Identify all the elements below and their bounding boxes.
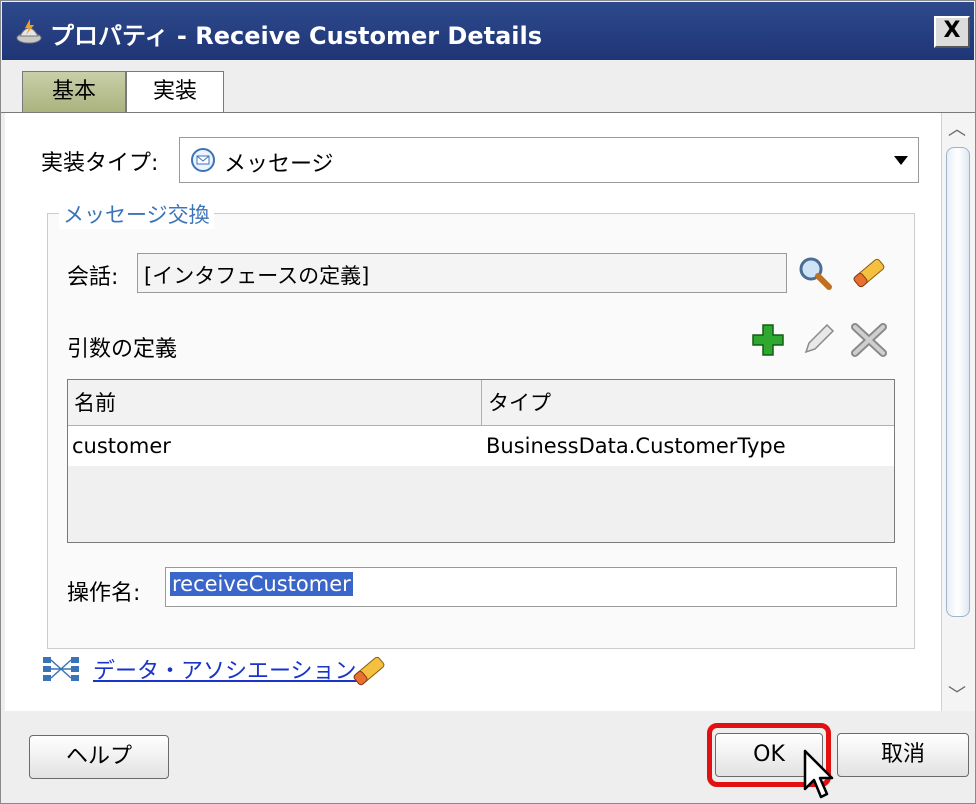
eraser-icon[interactable] <box>349 651 389 691</box>
title-bar: プロパティ - Receive Customer Details X <box>2 2 974 60</box>
operation-name-input[interactable]: receiveCustomer <box>165 567 897 607</box>
vertical-scrollbar[interactable]: ︿ ﹀ <box>941 113 975 711</box>
scroll-thumb[interactable] <box>946 147 970 617</box>
window-title: プロパティ - Receive Customer Details <box>50 22 543 50</box>
cell-type: BusinessData.CustomerType <box>482 426 894 466</box>
arguments-table: 名前 タイプ customer BusinessData.CustomerTyp… <box>67 379 895 543</box>
tab-bar: 基本 実装 <box>2 61 974 113</box>
data-association-icon <box>43 657 79 681</box>
scroll-up-icon[interactable]: ︿ <box>948 115 966 141</box>
close-button[interactable]: X <box>934 16 970 48</box>
impl-type-label: 実装タイプ: <box>41 151 159 176</box>
close-icon: X <box>943 18 961 43</box>
impl-type-select[interactable]: メッセージ <box>179 137 919 183</box>
args-label: 引数の定義 <box>67 337 178 362</box>
edit-icon[interactable] <box>801 323 835 357</box>
cancel-button[interactable]: 取消 <box>837 733 969 777</box>
cell-name: customer <box>68 426 482 466</box>
message-exchange-title: メッセージ交換 <box>59 199 214 229</box>
cursor-icon <box>803 749 834 799</box>
data-association-link[interactable]: データ・アソシエーション <box>93 653 357 685</box>
help-button[interactable]: ヘルプ <box>29 735 169 779</box>
message-icon <box>191 148 215 172</box>
add-icon[interactable] <box>751 323 785 357</box>
properties-dialog: プロパティ - Receive Customer Details X 基本 実装… <box>0 0 976 804</box>
delete-icon[interactable] <box>851 323 887 357</box>
conversation-field[interactable]: [インタフェースの定義] <box>137 253 787 293</box>
eraser-icon[interactable] <box>849 253 889 293</box>
operation-label: 操作名: <box>67 581 141 606</box>
search-icon[interactable] <box>797 255 833 291</box>
tab-basic[interactable]: 基本 <box>22 71 126 113</box>
chevron-down-icon <box>894 156 908 165</box>
conversation-value: [インタフェースの定義] <box>144 264 370 288</box>
operation-name-value: receiveCustomer <box>170 572 353 596</box>
conversation-label: 会話: <box>67 265 119 290</box>
scroll-down-icon[interactable]: ﹀ <box>948 681 966 707</box>
column-header-name[interactable]: 名前 <box>68 380 482 426</box>
tab-implementation[interactable]: 実装 <box>126 71 224 113</box>
app-icon <box>16 19 42 44</box>
impl-type-value: メッセージ <box>224 152 334 177</box>
column-header-type[interactable]: タイプ <box>482 380 894 426</box>
